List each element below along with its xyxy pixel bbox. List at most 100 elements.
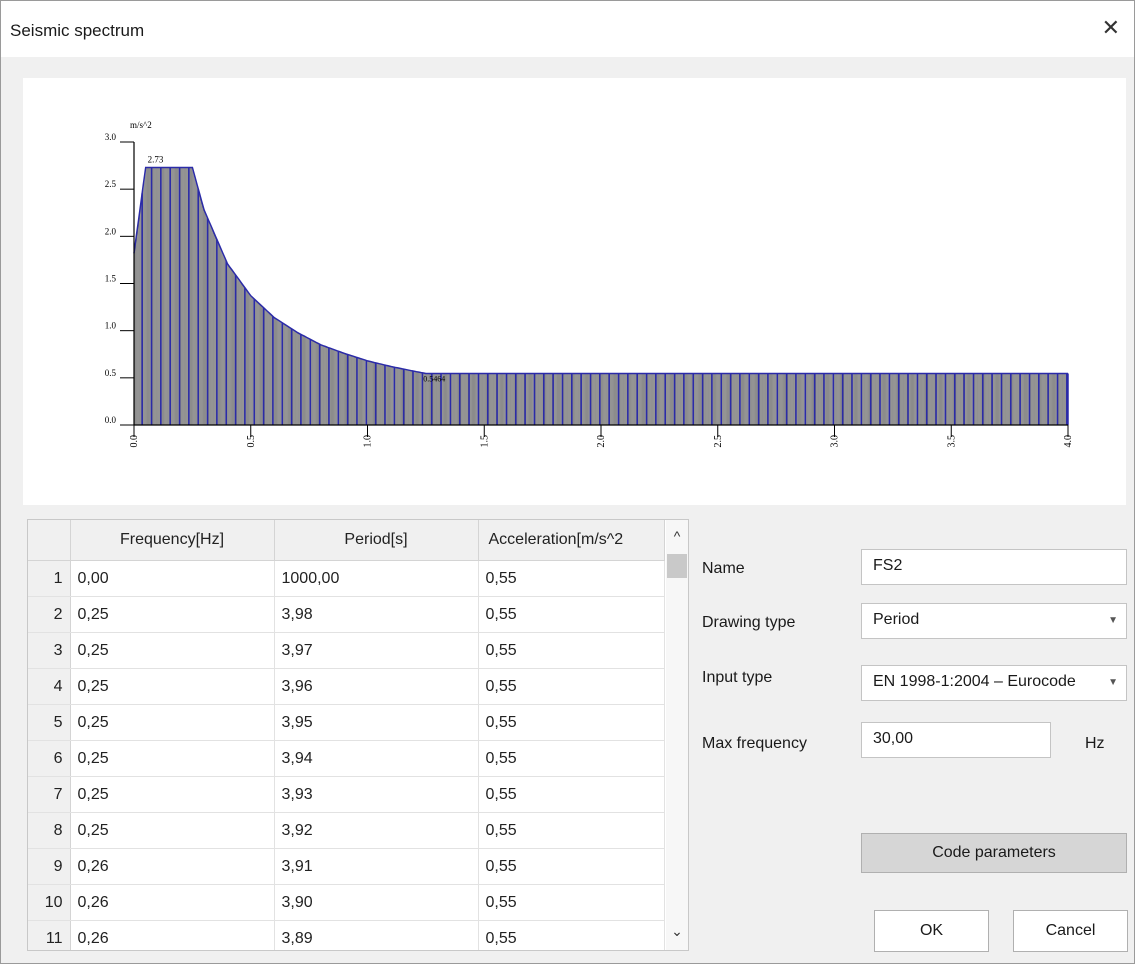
close-icon[interactable]: ✕ [1102, 17, 1120, 39]
scroll-up-icon[interactable]: ^ [669, 529, 685, 543]
acceleration-cell[interactable]: 0,55 [478, 920, 665, 950]
period-cell[interactable]: 3,89 [274, 920, 479, 950]
scroll-thumb[interactable] [667, 554, 687, 578]
table-row[interactable]: 11 0,26 3,89 0,55 [28, 920, 665, 950]
row-number-header [28, 520, 71, 561]
frequency-cell[interactable]: 0,25 [70, 632, 275, 669]
table-row[interactable]: 2 0,25 3,98 0,55 [28, 596, 665, 633]
row-number[interactable]: 11 [28, 920, 71, 950]
x-tick-label: 3.5 [946, 435, 957, 448]
max-frequency-unit: Hz [1085, 735, 1105, 752]
ok-button[interactable]: OK [874, 910, 989, 952]
period-cell[interactable]: 3,92 [274, 812, 479, 849]
table-row[interactable]: 10 0,26 3,90 0,55 [28, 884, 665, 921]
row-number[interactable]: 7 [28, 776, 71, 813]
max-frequency-label: Max frequency [702, 735, 807, 752]
cancel-button[interactable]: Cancel [1013, 910, 1128, 952]
code-parameters-button[interactable]: Code parameters [861, 833, 1127, 873]
period-cell[interactable]: 3,93 [274, 776, 479, 813]
table-row[interactable]: 3 0,25 3,97 0,55 [28, 632, 665, 669]
y-tick-label: 2.5 [105, 179, 117, 189]
row-number[interactable]: 10 [28, 884, 71, 921]
frequency-cell[interactable]: 0,26 [70, 848, 275, 885]
table-header-row: Frequency[Hz] Period[s] Acceleration[m/s… [28, 520, 665, 561]
spectrum-table[interactable]: Frequency[Hz] Period[s] Acceleration[m/s… [27, 519, 689, 951]
period-cell[interactable]: 1000,00 [274, 560, 479, 597]
acceleration-cell[interactable]: 0,55 [478, 596, 665, 633]
row-number[interactable]: 4 [28, 668, 71, 705]
frequency-cell[interactable]: 0,25 [70, 704, 275, 741]
spectrum-chart: 0.0 0.5 1.0 1.5 2.0 2.5 3.0 0.0 0.5 1.0 1.5 2.0 2.5 3… [23, 78, 1126, 505]
input-type-label: Input type [702, 669, 773, 686]
acceleration-cell[interactable]: 0,55 [478, 776, 665, 813]
row-number[interactable]: 8 [28, 812, 71, 849]
name-field[interactable]: FS2 [861, 549, 1127, 585]
table-row[interactable]: 6 0,25 3,94 0,55 [28, 740, 665, 777]
spectrum-chart-svg: 0.0 0.5 1.0 1.5 2.0 2.5 3.0 0.0 0.5 1.0 1.5 2.0 2.5 3… [105, 120, 1074, 448]
row-number[interactable]: 3 [28, 632, 71, 669]
drawing-type-label: Drawing type [702, 614, 796, 631]
table-row[interactable]: 4 0,25 3,96 0,55 [28, 668, 665, 705]
input-type-value: EN 1998-1:2004 – Eurocode [873, 673, 1076, 690]
table-row[interactable]: 7 0,25 3,93 0,55 [28, 776, 665, 813]
x-tick-label: 0.5 [246, 435, 257, 448]
acceleration-cell[interactable]: 0,55 [478, 740, 665, 777]
y-tick-label: 0.5 [105, 368, 117, 378]
y-tick-label: 0.0 [105, 415, 117, 425]
row-number[interactable]: 5 [28, 704, 71, 741]
y-tick-label: 1.5 [105, 274, 117, 284]
column-header-period[interactable]: Period[s] [274, 520, 479, 561]
column-header-frequency[interactable]: Frequency[Hz] [70, 520, 275, 561]
frequency-cell[interactable]: 0,00 [70, 560, 275, 597]
y-tick-label: 1.0 [105, 321, 117, 331]
frequency-cell[interactable]: 0,25 [70, 668, 275, 705]
acceleration-cell[interactable]: 0,55 [478, 632, 665, 669]
column-header-acceleration[interactable]: Acceleration[m/s^2 [478, 520, 665, 561]
drawing-type-select[interactable]: Period ▼ [861, 603, 1127, 639]
row-number[interactable]: 2 [28, 596, 71, 633]
acceleration-cell[interactable]: 0,55 [478, 884, 665, 921]
acceleration-cell[interactable]: 0,55 [478, 668, 665, 705]
period-cell[interactable]: 3,91 [274, 848, 479, 885]
period-cell[interactable]: 3,98 [274, 596, 479, 633]
table-row[interactable]: 8 0,25 3,92 0,55 [28, 812, 665, 849]
table-scrollbar[interactable]: ^ ⌄ [666, 520, 688, 950]
acceleration-cell[interactable]: 0,55 [478, 704, 665, 741]
table-row[interactable]: 9 0,26 3,91 0,55 [28, 848, 665, 885]
y-tick-label: 3.0 [105, 132, 117, 142]
name-value: FS2 [873, 557, 903, 574]
acceleration-cell[interactable]: 0,55 [478, 848, 665, 885]
window-title: Seismic spectrum [10, 21, 145, 40]
acceleration-cell[interactable]: 0,55 [478, 560, 665, 597]
name-label: Name [702, 560, 745, 577]
max-frequency-field[interactable]: 30,00 [861, 722, 1051, 758]
x-tick-label: 3.0 [830, 435, 841, 448]
scroll-down-icon[interactable]: ⌄ [669, 924, 685, 938]
table-row[interactable]: 5 0,25 3,95 0,55 [28, 704, 665, 741]
x-tick-label: 1.0 [363, 435, 374, 448]
x-tick-label: 0.0 [129, 435, 140, 448]
input-type-select[interactable]: EN 1998-1:2004 – Eurocode ▼ [861, 665, 1127, 701]
frequency-cell[interactable]: 0,25 [70, 596, 275, 633]
table-row[interactable]: 1 0,00 1000,00 0,55 [28, 560, 665, 597]
frequency-cell[interactable]: 0,25 [70, 776, 275, 813]
period-cell[interactable]: 3,96 [274, 668, 479, 705]
acceleration-cell[interactable]: 0,55 [478, 812, 665, 849]
frequency-cell[interactable]: 0,25 [70, 740, 275, 777]
period-cell[interactable]: 3,97 [274, 632, 479, 669]
x-tick-label: 2.0 [596, 435, 607, 448]
y-axis-label: m/s^2 [130, 120, 152, 130]
row-number[interactable]: 1 [28, 560, 71, 597]
period-cell[interactable]: 3,94 [274, 740, 479, 777]
period-cell[interactable]: 3,90 [274, 884, 479, 921]
period-cell[interactable]: 3,95 [274, 704, 479, 741]
chevron-down-icon: ▼ [1108, 677, 1118, 688]
x-tick-label: 4.0 [1063, 435, 1074, 448]
frequency-cell[interactable]: 0,25 [70, 812, 275, 849]
row-number[interactable]: 6 [28, 740, 71, 777]
drawing-type-value: Period [873, 611, 920, 628]
frequency-cell[interactable]: 0,26 [70, 884, 275, 921]
frequency-cell[interactable]: 0,26 [70, 920, 275, 950]
row-number[interactable]: 9 [28, 848, 71, 885]
title-bar: Seismic spectrum ✕ [1, 1, 1134, 57]
